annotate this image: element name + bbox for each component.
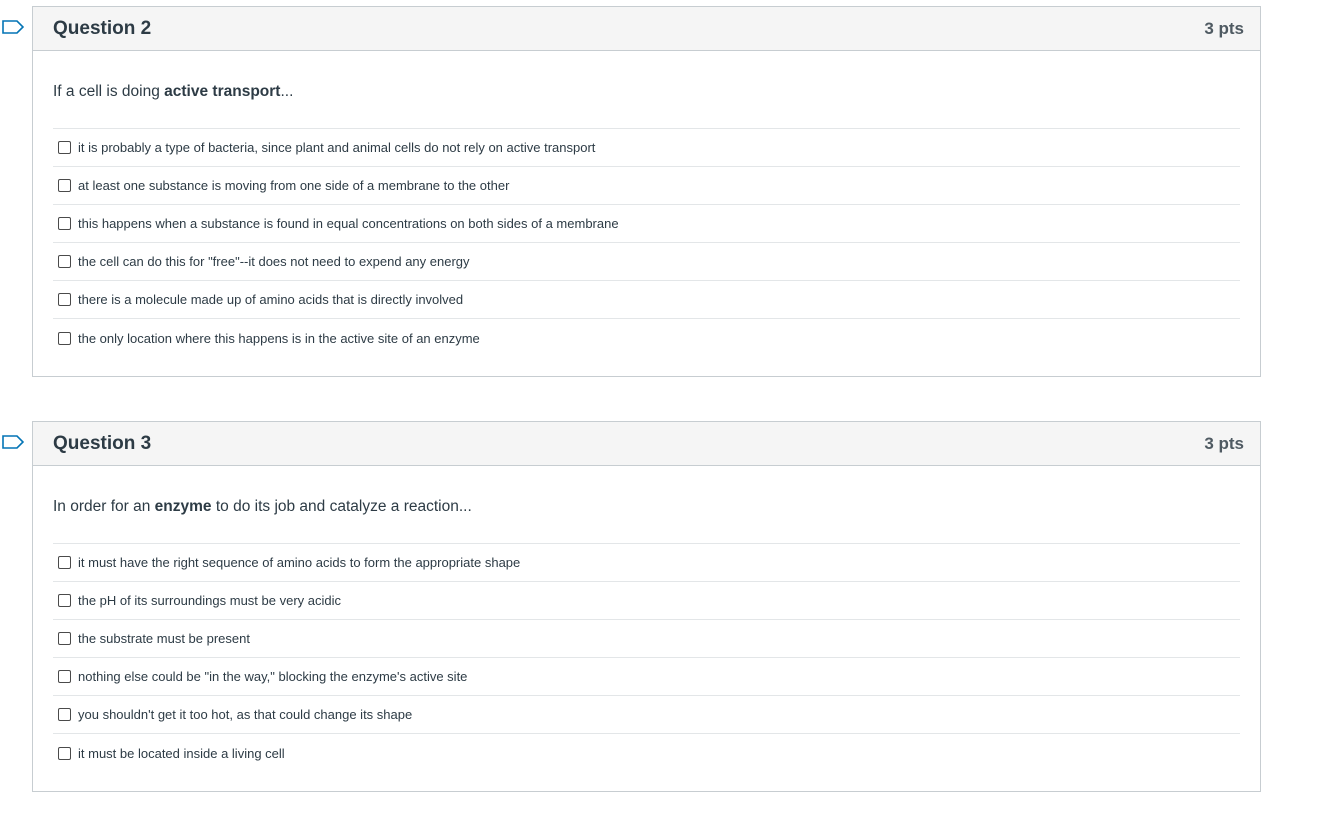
answer-checkbox[interactable] xyxy=(58,217,71,230)
question-header: Question 2 3 pts xyxy=(33,7,1260,51)
prompt-keyword: enzyme xyxy=(154,498,212,515)
flag-question-2-icon[interactable] xyxy=(2,20,24,34)
question-title: Question 2 xyxy=(53,17,152,39)
answer-label[interactable]: the cell can do this for "free"--it does… xyxy=(78,254,470,269)
answer-label[interactable]: the pH of its surroundings must be very … xyxy=(78,593,341,608)
answer-checkbox[interactable] xyxy=(58,746,71,760)
answer-label[interactable]: it is probably a type of bacteria, since… xyxy=(78,140,595,155)
question-3-card: Question 3 3 pts In order for an enzyme … xyxy=(32,421,1261,792)
question-prompt: If a cell is doing active transport... xyxy=(53,83,1240,101)
prompt-text: In order for an xyxy=(53,498,155,515)
answer-checkbox[interactable] xyxy=(58,632,71,645)
answer-option[interactable]: the substrate must be present xyxy=(53,620,1240,658)
quiz-page: Question 2 3 pts If a cell is doing acti… xyxy=(0,0,1321,816)
answer-label[interactable]: this happens when a substance is found i… xyxy=(78,216,619,231)
answer-label[interactable]: you shouldn't get it too hot, as that co… xyxy=(78,707,412,722)
answer-option[interactable]: you shouldn't get it too hot, as that co… xyxy=(53,696,1240,734)
answer-option[interactable]: the cell can do this for "free"--it does… xyxy=(53,243,1240,281)
answer-checkbox[interactable] xyxy=(58,556,71,569)
answer-checkbox[interactable] xyxy=(58,670,71,683)
question-prompt: In order for an enzyme to do its job and… xyxy=(53,498,1240,516)
prompt-keyword: active transport xyxy=(164,83,281,100)
answer-label[interactable]: nothing else could be "in the way," bloc… xyxy=(78,669,467,684)
prompt-text-end: to do its job and catalyze a reaction... xyxy=(211,498,472,515)
answer-label[interactable]: the substrate must be present xyxy=(78,631,250,646)
question-title: Question 3 xyxy=(53,432,152,454)
question-body: In order for an enzyme to do its job and… xyxy=(33,466,1260,791)
answer-list: it is probably a type of bacteria, since… xyxy=(53,128,1240,357)
answer-label[interactable]: at least one substance is moving from on… xyxy=(78,178,509,193)
answer-option[interactable]: the pH of its surroundings must be very … xyxy=(53,582,1240,620)
answer-label[interactable]: the only location where this happens is … xyxy=(78,331,480,346)
answer-checkbox[interactable] xyxy=(58,293,71,306)
answer-label[interactable]: it must be located inside a living cell xyxy=(78,746,285,761)
question-body: If a cell is doing active transport... i… xyxy=(33,51,1260,376)
answer-option[interactable]: this happens when a substance is found i… xyxy=(53,205,1240,243)
answer-label[interactable]: there is a molecule made up of amino aci… xyxy=(78,292,463,307)
answer-option[interactable]: nothing else could be "in the way," bloc… xyxy=(53,658,1240,696)
answer-option[interactable]: at least one substance is moving from on… xyxy=(53,167,1240,205)
flag-question-3-icon[interactable] xyxy=(2,435,24,449)
answer-option[interactable]: it must have the right sequence of amino… xyxy=(53,544,1240,582)
answer-checkbox[interactable] xyxy=(58,179,71,192)
prompt-text-end: ... xyxy=(280,83,294,100)
answer-label[interactable]: it must have the right sequence of amino… xyxy=(78,555,520,570)
answer-checkbox[interactable] xyxy=(58,331,71,345)
answer-option[interactable]: it is probably a type of bacteria, since… xyxy=(53,129,1240,167)
answer-option[interactable]: the only location where this happens is … xyxy=(53,319,1240,357)
answer-option[interactable]: it must be located inside a living cell xyxy=(53,734,1240,772)
question-points: 3 pts xyxy=(1204,433,1244,453)
question-points: 3 pts xyxy=(1204,18,1244,38)
answer-checkbox[interactable] xyxy=(58,594,71,607)
answer-checkbox[interactable] xyxy=(58,141,71,154)
question-2-card: Question 2 3 pts If a cell is doing acti… xyxy=(32,6,1261,377)
answer-option[interactable]: there is a molecule made up of amino aci… xyxy=(53,281,1240,319)
answer-list: it must have the right sequence of amino… xyxy=(53,543,1240,772)
answer-checkbox[interactable] xyxy=(58,255,71,268)
question-header: Question 3 3 pts xyxy=(33,422,1260,466)
prompt-text: If a cell is doing xyxy=(53,83,165,100)
answer-checkbox[interactable] xyxy=(58,708,71,721)
